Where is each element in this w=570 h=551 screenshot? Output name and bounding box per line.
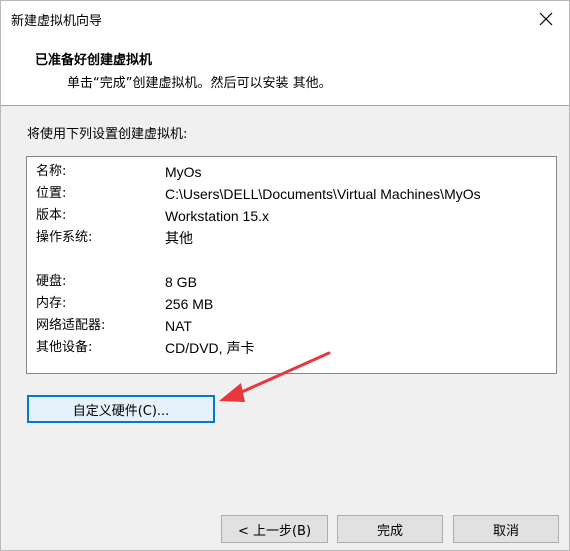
summary-key: 其他设备:: [36, 340, 93, 355]
header-title: 已准备好创建虚拟机: [35, 53, 153, 68]
close-icon: [539, 12, 553, 26]
annotation-arrow-icon: [219, 351, 331, 402]
summary-key: 位置:: [36, 186, 67, 201]
back-button[interactable]: < 上一步(B): [221, 515, 328, 543]
header-subtitle: 单击“完成”创建虚拟机。然后可以安装 其他。: [67, 76, 332, 91]
summary-value: 256 MB: [165, 296, 214, 312]
summary-key: 网络适配器:: [36, 318, 106, 333]
summary-value: 其他: [165, 230, 193, 246]
finish-button[interactable]: 完成: [337, 515, 443, 543]
summary-key: 版本:: [36, 208, 67, 223]
intro-text: 将使用下列设置创建虚拟机:: [27, 127, 188, 142]
summary-key: 名称:: [36, 164, 67, 179]
summary-key: 操作系统:: [36, 230, 93, 245]
summary-key: 内存:: [36, 296, 67, 311]
customize-hardware-button[interactable]: 自定义硬件(C)...: [27, 395, 215, 423]
wizard-header: 已准备好创建虚拟机 单击“完成”创建虚拟机。然后可以安装 其他。: [1, 37, 569, 106]
summary-key: 硬盘:: [36, 274, 67, 289]
close-button[interactable]: [523, 1, 569, 37]
summary-value: MyOs: [165, 164, 202, 180]
settings-summary-box: 名称: MyOs 位置: C:\Users\DELL\Documents\Vir…: [26, 156, 557, 374]
title-bar: 新建虚拟机向导: [1, 1, 569, 37]
summary-value: Workstation 15.x: [165, 208, 270, 224]
new-vm-wizard-window: 新建虚拟机向导 已准备好创建虚拟机 单击“完成”创建虚拟机。然后可以安装 其他。…: [0, 0, 570, 551]
summary-value: NAT: [165, 318, 192, 334]
summary-value: C:\Users\DELL\Documents\Virtual Machines…: [165, 186, 481, 202]
summary-value: 8 GB: [165, 274, 197, 290]
cancel-button[interactable]: 取消: [453, 515, 559, 543]
window-title: 新建虚拟机向导: [11, 14, 103, 29]
